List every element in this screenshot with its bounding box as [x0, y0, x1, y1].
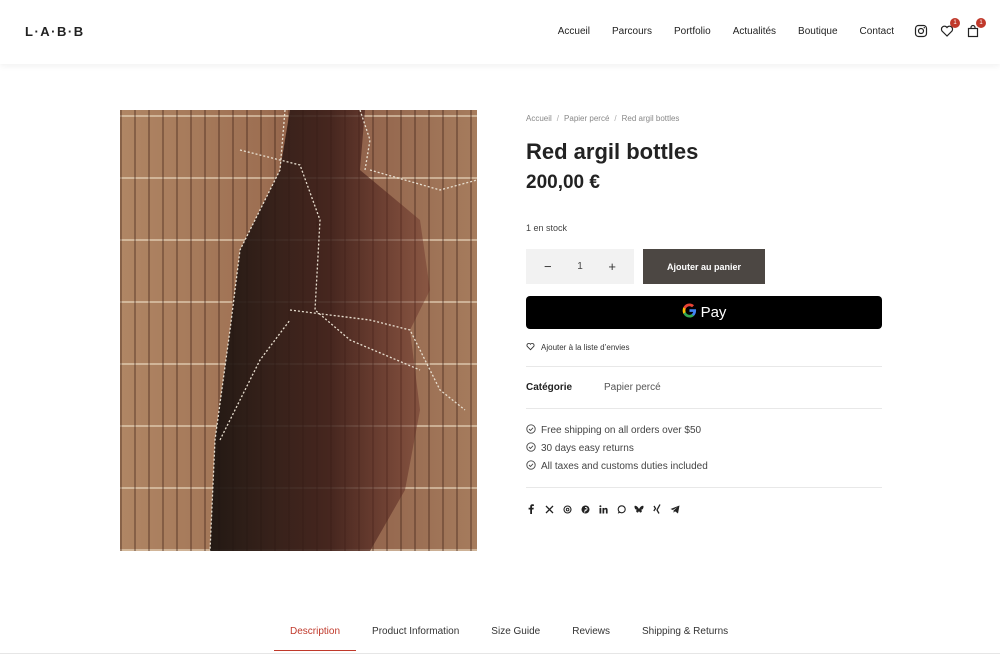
xing-icon[interactable]: [652, 504, 662, 514]
category-value[interactable]: Papier percé: [604, 382, 661, 393]
bluesky-icon[interactable]: [634, 504, 644, 514]
product-title: Red argil bottles: [526, 139, 699, 164]
nav-item-portfolio[interactable]: Portfolio: [674, 26, 711, 37]
breadcrumb-current: Red argil bottles: [621, 114, 680, 123]
instagram-icon[interactable]: [914, 24, 928, 38]
nav-item-parcours[interactable]: Parcours: [612, 26, 652, 37]
breadcrumb-home[interactable]: Accueil: [526, 114, 552, 123]
tab-size-guide[interactable]: Size Guide: [475, 620, 556, 651]
check-circle-icon: [526, 459, 536, 473]
breadcrumb-category[interactable]: Papier percé: [564, 114, 609, 123]
google-pay-label: Pay: [700, 304, 727, 321]
product-image[interactable]: [120, 110, 477, 551]
add-to-cart-button[interactable]: Ajouter au panier: [643, 249, 765, 284]
whatsapp-icon[interactable]: [616, 504, 626, 514]
tab-description[interactable]: Description: [274, 620, 357, 651]
cart-count-badge: 1: [976, 18, 986, 28]
breadcrumb-separator: /: [614, 114, 617, 123]
perk-label: 30 days easy returns: [541, 442, 634, 454]
share-icons: [526, 504, 680, 514]
category-label: Catégorie: [526, 382, 573, 393]
facebook-icon[interactable]: [526, 504, 536, 514]
breadcrumb-separator: /: [556, 114, 560, 123]
product-tabs: Description Product Information Size Gui…: [274, 620, 744, 651]
tab-product-information[interactable]: Product Information: [356, 620, 475, 651]
breadcrumb: Accueil / Papier percé / Red argil bottl…: [526, 114, 679, 123]
check-circle-icon: [526, 441, 536, 455]
nav-item-accueil[interactable]: Accueil: [558, 26, 590, 37]
divider: [526, 408, 882, 409]
heart-icon: [526, 342, 535, 353]
cart-bag-icon[interactable]: 1: [966, 18, 986, 38]
google-pay-button[interactable]: Pay: [526, 296, 882, 329]
increase-quantity-button[interactable]: +: [608, 259, 616, 274]
perk-label: Free shipping on all orders over $50: [541, 424, 702, 436]
add-to-wishlist-link[interactable]: Ajouter à la liste d’envies: [526, 342, 630, 353]
product-price: 200,00 €: [526, 172, 600, 193]
nav-item-contact[interactable]: Contact: [860, 26, 894, 37]
divider: [526, 366, 882, 367]
tab-shipping-returns[interactable]: Shipping & Returns: [626, 620, 744, 651]
tab-reviews[interactable]: Reviews: [556, 620, 626, 651]
divider: [526, 487, 882, 488]
nav-item-actualites[interactable]: Actualités: [733, 26, 776, 37]
perk-item: Free shipping on all orders over $50: [526, 423, 708, 437]
wishlist-label: Ajouter à la liste d’envies: [541, 343, 630, 352]
pinterest-icon[interactable]: [580, 504, 590, 514]
linkedin-icon[interactable]: [598, 504, 608, 514]
tabs-divider: [0, 653, 1000, 654]
perks-list: Free shipping on all orders over $50 30 …: [526, 423, 708, 473]
header-icons: 1 1: [914, 18, 986, 38]
check-circle-icon: [526, 423, 536, 437]
google-g-icon: [682, 303, 697, 322]
wishlist-count-badge: 1: [950, 18, 960, 28]
site-logo[interactable]: L·A·B·B: [25, 24, 85, 39]
stock-status: 1 en stock: [526, 223, 568, 233]
quantity-value[interactable]: 1: [577, 261, 583, 272]
main-nav: Accueil Parcours Portfolio Actualités Bo…: [536, 26, 894, 37]
quantity-stepper: − 1 +: [526, 249, 634, 284]
nav-item-boutique[interactable]: Boutique: [798, 26, 837, 37]
perk-item: All taxes and customs duties included: [526, 459, 708, 473]
x-icon[interactable]: [544, 504, 554, 514]
telegram-icon[interactable]: [670, 504, 680, 514]
decrease-quantity-button[interactable]: −: [544, 259, 552, 274]
perk-item: 30 days easy returns: [526, 441, 708, 455]
perk-label: All taxes and customs duties included: [541, 460, 708, 472]
threads-icon[interactable]: [562, 504, 572, 514]
wishlist-heart-icon[interactable]: 1: [940, 18, 960, 38]
site-header: L·A·B·B Accueil Parcours Portfolio Actua…: [0, 0, 1000, 64]
